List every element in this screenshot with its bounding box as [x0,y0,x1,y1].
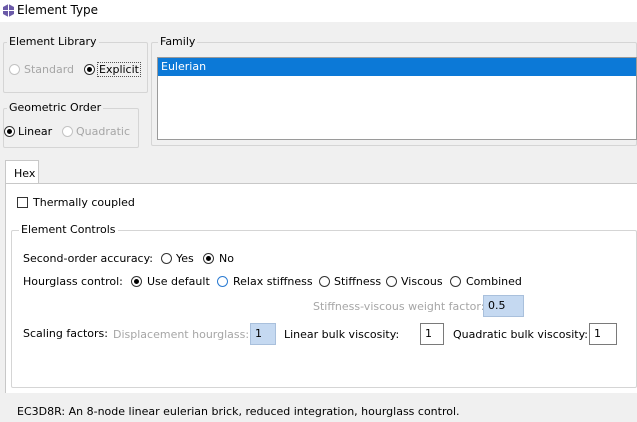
quadratic-radio[interactable] [62,126,73,137]
tab-hex-label: Hex [14,167,36,180]
quadratic-bulk-viscosity-label: Quadratic bulk viscosity: [453,328,588,341]
hourglass-combined-radio[interactable] [450,276,461,287]
hourglass-viscous-radio[interactable] [386,276,397,287]
hourglass-combined-label: Combined [466,275,522,288]
weight-factor-field[interactable]: 0.5 [483,295,524,317]
explicit-label: Explicit [97,62,141,77]
linear-radio[interactable] [4,126,15,137]
quadratic-label: Quadratic [76,125,131,138]
element-controls-label: Element Controls [19,223,118,236]
hourglass-stiffness-label: Stiffness [334,275,382,288]
second-order-label: Second-order accuracy: [23,252,154,265]
element-library-label: Element Library [7,35,99,48]
second-order-no-radio[interactable] [203,253,214,264]
hourglass-relax-stiffness-label: Relax stiffness [233,275,313,288]
weight-factor-label: Stiffness-viscous weight factor: [313,300,485,313]
second-order-yes-radio[interactable] [161,253,172,264]
thermally-coupled-checkbox[interactable] [17,197,28,208]
scaling-factors-label: Scaling factors: [23,327,108,340]
element-type-icon [3,4,14,17]
displacement-hourglass-label: Displacement hourglass: [113,328,250,341]
linear-label: Linear [18,125,53,138]
hourglass-stiffness-radio[interactable] [319,276,330,287]
linear-bulk-viscosity-field[interactable]: 1 [420,323,444,345]
geometric-order-label: Geometric Order [7,101,104,114]
family-list[interactable]: Eulerian [157,57,637,140]
hourglass-relax-stiffness-radio[interactable] [217,276,228,287]
hourglass-viscous-label: Viscous [401,275,443,288]
hourglass-label: Hourglass control: [23,275,123,288]
family-item-eulerian[interactable]: Eulerian [158,58,636,76]
window-title: Element Type [17,3,99,17]
second-order-no-label: No [219,252,234,265]
standard-label: Standard [24,63,75,76]
thermally-coupled-label: Thermally coupled [33,196,135,209]
standard-radio[interactable] [9,64,20,75]
family-label: Family [158,35,198,48]
explicit-radio[interactable] [84,64,95,75]
tab-hex[interactable]: Hex [5,160,39,184]
linear-bulk-viscosity-label: Linear bulk viscosity: [284,328,400,341]
hourglass-use-default-radio[interactable] [131,276,142,287]
displacement-hourglass-field[interactable]: 1 [250,323,276,345]
element-description: EC3D8R: An 8-node linear eulerian brick,… [17,405,460,418]
quadratic-bulk-viscosity-field[interactable]: 1 [589,323,617,345]
second-order-yes-label: Yes [176,252,194,265]
hourglass-use-default-label: Use default [147,275,210,288]
